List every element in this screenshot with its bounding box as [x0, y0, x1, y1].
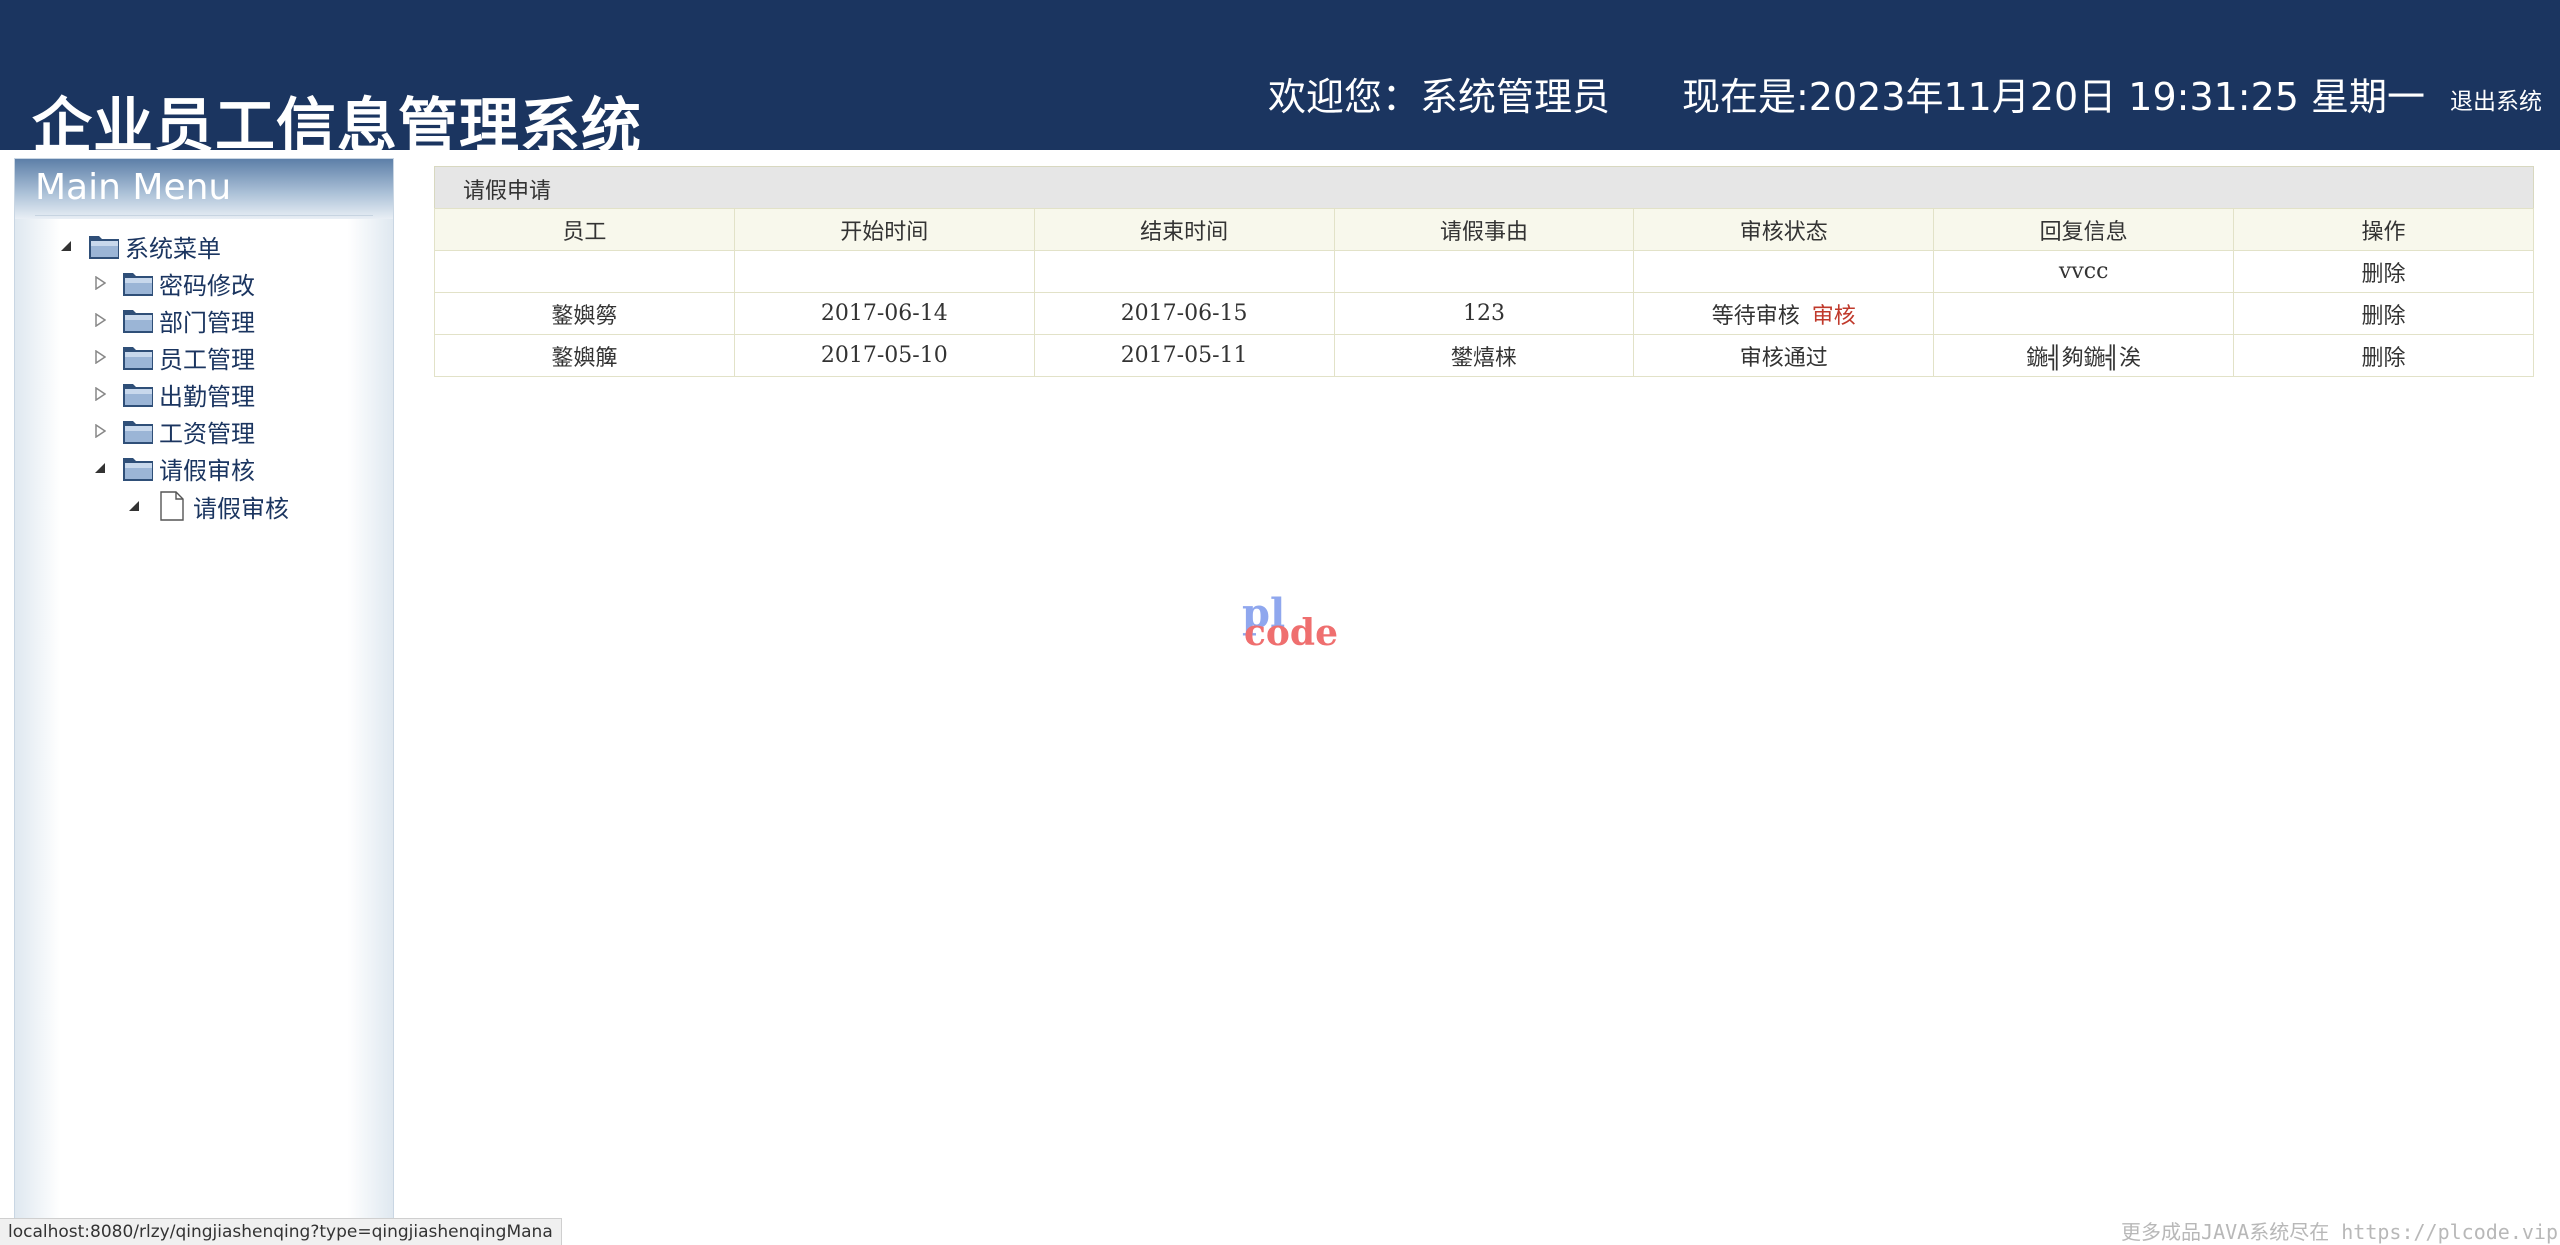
folder-icon — [121, 453, 155, 483]
column-header: 开始时间 — [733, 208, 1035, 251]
collapsed-arrow-icon[interactable] — [89, 272, 111, 294]
cell-action: 删除 — [2233, 250, 2534, 293]
sidebar-title: Main Menu — [35, 167, 232, 208]
cell-action: 删除 — [2233, 334, 2534, 377]
sidebar-subitem-leave-audit[interactable]: 请假审核 — [123, 489, 289, 523]
cell-start-date — [733, 250, 1035, 293]
folder-open-icon — [87, 231, 121, 261]
sidebar-item-label: 员工管理 — [159, 345, 255, 374]
column-header: 请假事由 — [1333, 208, 1635, 251]
folder-icon — [121, 416, 155, 446]
expanded-arrow-icon[interactable] — [89, 457, 111, 479]
current-time: 现在是:2023年11月20日 19:31:25 星期一 — [1682, 75, 2426, 119]
cell-status: 等待审核 审核 — [1633, 292, 1935, 335]
table-row: 鐜嬩簩 2017-06-14 2017-06-15 123 等待审核 审核 删除 — [434, 292, 2534, 335]
cell-end-date: 2017-06-15 — [1033, 292, 1335, 335]
column-header: 操作 — [2233, 208, 2534, 251]
plcode-watermark-logo: pl code — [1240, 590, 1340, 660]
panel-title-bar: 请假申请 — [434, 166, 2534, 208]
sidebar-item-label: 密码修改 — [159, 271, 255, 300]
app-title: 企业员工信息管理系统 — [32, 92, 642, 162]
column-header: 员工 — [434, 208, 735, 251]
sidebar: Main Menu 系统菜单 密码修改 部门管理 员工管理 出勤管理 工资管理 … — [14, 158, 394, 1220]
collapsed-arrow-icon[interactable] — [89, 346, 111, 368]
status-text: 审核通过 — [1739, 345, 1828, 371]
cell-reason: 鐢熺梾 — [1333, 334, 1635, 377]
cell-end-date: 2017-05-11 — [1033, 334, 1335, 377]
sidebar-item-label: 工资管理 — [159, 419, 255, 448]
tree-root-label: 系统菜单 — [125, 234, 221, 263]
cell-start-date: 2017-06-14 — [733, 292, 1035, 335]
cell-reply: 鍦╣夠鍦╣涘 — [1933, 334, 2235, 377]
top-header: 企业员工信息管理系统 欢迎您：系统管理员 现在是:2023年11月20日 19:… — [0, 0, 2560, 162]
cell-action: 删除 — [2233, 292, 2534, 335]
cell-employee: 鐜嬩簲 — [434, 334, 735, 377]
sidebar-item-employee[interactable]: 员工管理 — [89, 340, 255, 374]
footer-watermark-note: 更多成品JAVA系统尽在 https://plcode.vip — [2121, 1220, 2558, 1244]
panel-title: 请假申请 — [463, 179, 552, 204]
cell-status: 审核通过 — [1633, 334, 1935, 377]
collapsed-arrow-icon[interactable] — [89, 309, 111, 331]
sidebar-header: Main Menu — [15, 159, 393, 219]
delete-link[interactable]: 删除 — [2362, 346, 2406, 371]
sidebar-item-label: 请假审核 — [159, 456, 255, 485]
watermark-text-code: code — [1244, 612, 1339, 654]
sidebar-item-leave-audit[interactable]: 请假审核 — [89, 451, 255, 485]
table-header-row: 员工 开始时间 结束时间 请假事由 审核状态 回复信息 操作 — [434, 208, 2534, 251]
status-text: 等待审核 — [1711, 303, 1800, 329]
delete-link[interactable]: 删除 — [2362, 262, 2406, 287]
cell-reason: 123 — [1333, 292, 1635, 335]
column-header: 审核状态 — [1633, 208, 1935, 251]
cell-employee — [434, 250, 735, 293]
expanded-arrow-icon[interactable] — [123, 495, 145, 517]
folder-icon — [121, 268, 155, 298]
collapsed-arrow-icon[interactable] — [89, 383, 111, 405]
folder-icon — [121, 342, 155, 372]
audit-link[interactable]: 审核 — [1812, 304, 1856, 329]
status-bar-url: localhost:8080/rlzy/qingjiashenqing?type… — [0, 1218, 562, 1245]
cell-reply: vvcc — [1933, 250, 2235, 293]
column-header: 结束时间 — [1033, 208, 1335, 251]
cell-start-date: 2017-05-10 — [733, 334, 1035, 377]
welcome-text: 欢迎您：系统管理员 — [1268, 75, 1611, 119]
sidebar-subitem-label: 请假审核 — [193, 494, 289, 523]
sidebar-item-password[interactable]: 密码修改 — [89, 266, 255, 300]
expanded-arrow-icon[interactable] — [55, 235, 77, 257]
document-icon — [155, 491, 189, 521]
sidebar-divider — [35, 215, 373, 216]
cell-employee: 鐜嬩簩 — [434, 292, 735, 335]
leave-request-panel: 请假申请 员工 开始时间 结束时间 请假事由 审核状态 回复信息 操作 vvcc… — [434, 166, 2534, 378]
delete-link[interactable]: 删除 — [2362, 304, 2406, 329]
sidebar-item-label: 出勤管理 — [159, 382, 255, 411]
tree-root-system-menu[interactable]: 系统菜单 — [55, 229, 221, 263]
table-row: 鐜嬩簲 2017-05-10 2017-05-11 鐢熺梾 审核通过 鍦╣夠鍦╣… — [434, 334, 2534, 377]
sidebar-item-department[interactable]: 部门管理 — [89, 303, 255, 337]
table-row: vvcc 删除 — [434, 250, 2534, 293]
folder-icon — [121, 379, 155, 409]
leave-request-table: 员工 开始时间 结束时间 请假事由 审核状态 回复信息 操作 vvcc 删除 鐜… — [434, 208, 2534, 377]
sidebar-item-label: 部门管理 — [159, 308, 255, 337]
logout-link[interactable]: 退出系统 — [2450, 82, 2542, 116]
column-header: 回复信息 — [1933, 208, 2235, 251]
cell-end-date — [1033, 250, 1335, 293]
collapsed-arrow-icon[interactable] — [89, 420, 111, 442]
cell-reply — [1933, 292, 2235, 335]
cell-reason — [1333, 250, 1635, 293]
cell-status — [1633, 250, 1935, 293]
sidebar-item-attendance[interactable]: 出勤管理 — [89, 377, 255, 411]
sidebar-item-salary[interactable]: 工资管理 — [89, 414, 255, 448]
folder-icon — [121, 305, 155, 335]
